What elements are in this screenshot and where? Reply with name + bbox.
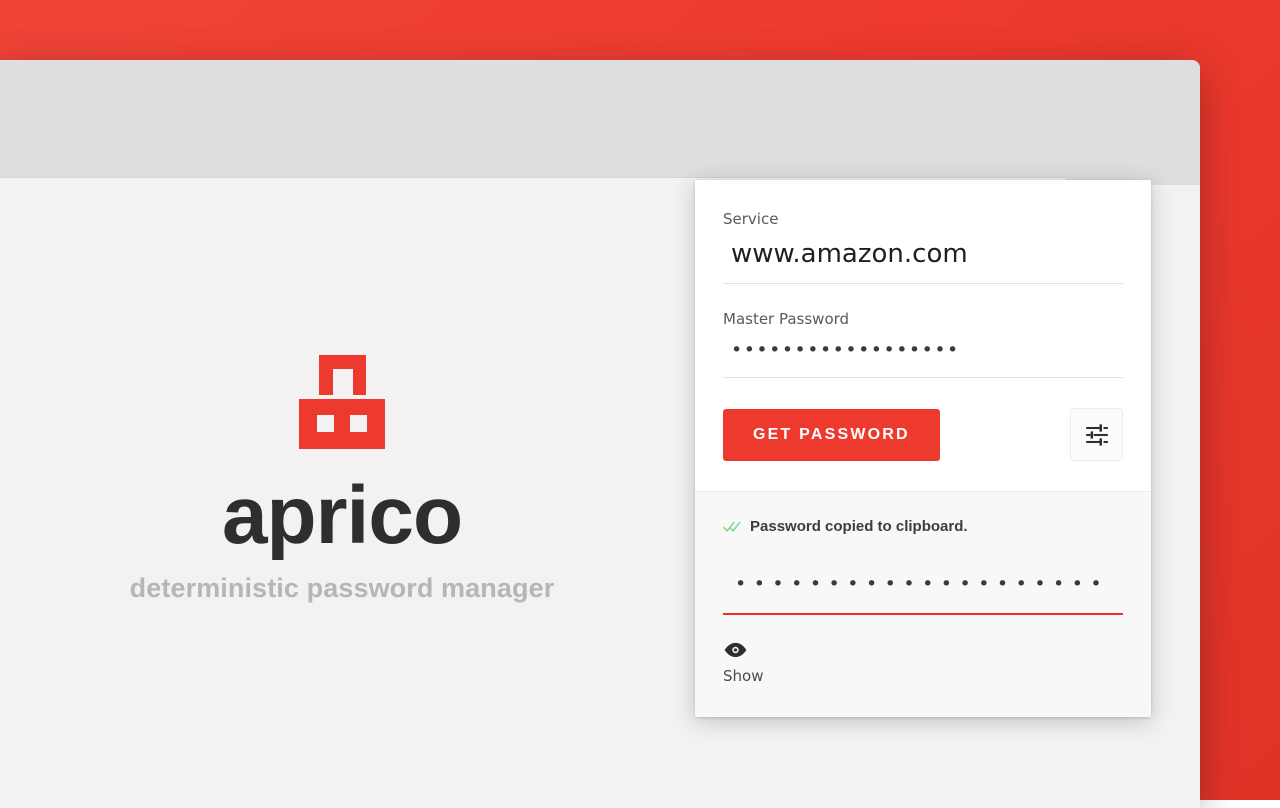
- browser-tab-strip[interactable]: [0, 60, 1200, 115]
- aprico-robot-logo: [299, 355, 385, 459]
- aprico-extension-popup: Service Master Password GET PASSWORD: [695, 180, 1151, 717]
- desktop-background: aprico deterministic password manager Se…: [0, 0, 1280, 808]
- popup-result-section: Password copied to clipboard. Show: [695, 491, 1151, 717]
- popup-form-section: Service Master Password GET PASSWORD: [695, 180, 1151, 491]
- tune-sliders-icon[interactable]: [1070, 408, 1123, 461]
- show-password-toggle[interactable]: Show: [723, 641, 763, 685]
- service-input[interactable]: [723, 237, 1123, 284]
- master-password-field-group: Master Password: [723, 310, 1123, 378]
- double-check-icon: [723, 521, 741, 532]
- service-label: Service: [723, 210, 779, 228]
- page-tagline: deterministic password manager: [129, 573, 555, 604]
- master-password-input[interactable]: [723, 337, 1123, 378]
- master-password-label: Master Password: [723, 310, 850, 328]
- generated-password-field[interactable]: [723, 573, 1123, 615]
- page-title: aprico: [221, 470, 463, 561]
- status-text: Password copied to clipboard.: [750, 518, 968, 535]
- status-badge: Password copied to clipboard.: [723, 518, 1123, 535]
- popup-actions-row: GET PASSWORD: [723, 408, 1123, 461]
- browser-toolbar: [0, 115, 1200, 233]
- service-field-group: Service: [723, 210, 1123, 284]
- logo-robot-eye-left: [317, 415, 334, 432]
- logo-robot-eye-right: [350, 415, 367, 432]
- eye-icon: [724, 642, 747, 658]
- logo-robot-body: [299, 399, 385, 449]
- show-password-label: Show: [723, 667, 764, 685]
- aprico-hero: aprico deterministic password manager: [0, 355, 692, 604]
- logo-robot-head: [319, 355, 366, 395]
- get-password-button[interactable]: GET PASSWORD: [723, 408, 940, 461]
